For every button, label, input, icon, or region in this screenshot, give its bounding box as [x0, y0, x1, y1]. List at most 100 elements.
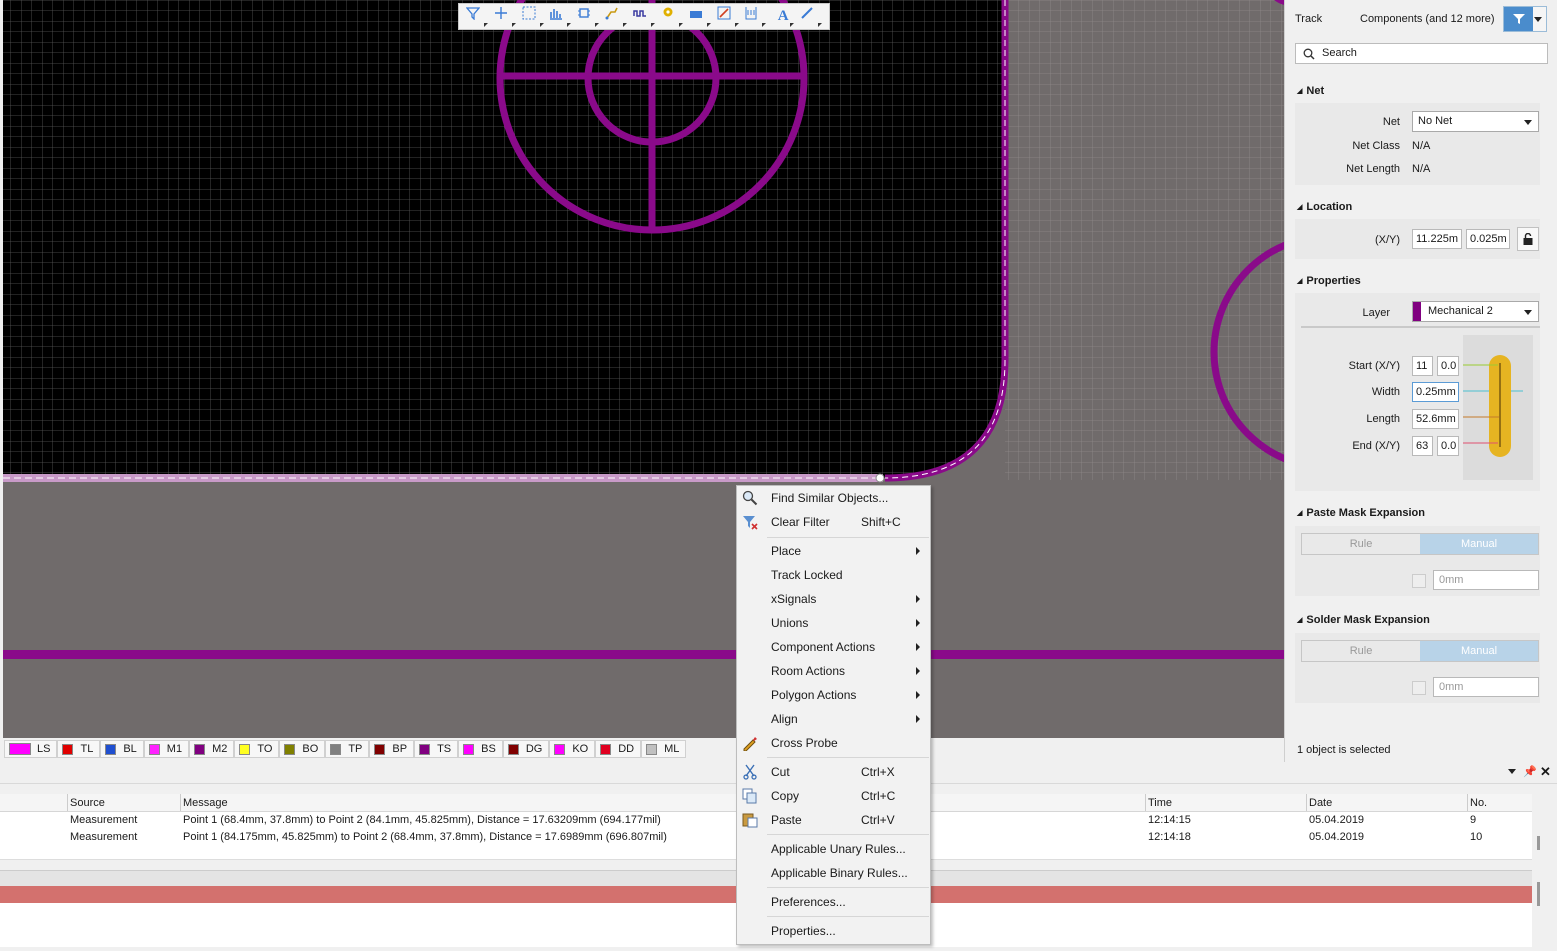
location-section-title[interactable]: Location: [1297, 201, 1352, 213]
layer-tab-to[interactable]: TO: [234, 740, 280, 758]
layer-tab-m2[interactable]: M2: [189, 740, 235, 758]
layer-tab-bp[interactable]: BP: [369, 740, 415, 758]
pcb-canvas[interactable]: A: [0, 0, 1284, 738]
layer-tab-label: M1: [166, 743, 183, 755]
solder-mask-mode[interactable]: Rule Manual: [1301, 640, 1539, 662]
menu-binary-rules[interactable]: Applicable Binary Rules...: [737, 862, 930, 884]
menu-cut[interactable]: Cut Ctrl+X: [737, 761, 930, 783]
menu-find-similar[interactable]: Find Similar Objects...: [737, 487, 930, 509]
start-y-input[interactable]: 0.0: [1437, 356, 1459, 376]
length-input[interactable]: 52.6mm: [1412, 409, 1459, 429]
layer-dropdown[interactable]: Mechanical 2: [1412, 301, 1539, 322]
menu-room-actions[interactable]: Room Actions: [737, 660, 930, 682]
paste-manual-option[interactable]: Manual: [1420, 534, 1538, 554]
layer-tab-label: LS: [37, 743, 51, 755]
properties-section: Layer Mechanical 2 Start (X/Y) 11 0.0 Wi…: [1295, 293, 1540, 491]
layer-tab-bl[interactable]: BL: [100, 740, 144, 758]
properties-section-title[interactable]: Properties: [1297, 275, 1360, 287]
width-input[interactable]: 0.25mm: [1412, 382, 1459, 402]
menu-unions[interactable]: Unions: [737, 612, 930, 634]
menu-properties[interactable]: Properties...: [737, 920, 930, 942]
submenu-arrow-icon: [916, 547, 920, 555]
layer-tab-label: TL: [80, 743, 94, 755]
menu-polygon-actions[interactable]: Polygon Actions: [737, 684, 930, 706]
location-section: (X/Y) 11.225m 0.025m: [1295, 219, 1540, 259]
layer-tab-bo[interactable]: BO: [279, 740, 326, 758]
filter-summary[interactable]: Components (and 12 more): [1360, 13, 1495, 25]
menu-align[interactable]: Align: [737, 708, 930, 730]
layer-tab-tp[interactable]: TP: [325, 740, 370, 758]
move-icon[interactable]: [494, 6, 516, 28]
layer-tabs: LS TL BL M1 M2 TO BO TP BP TS BS DG KO DD ML: [0, 738, 1284, 760]
pin-icon[interactable]: 📌: [1523, 765, 1537, 778]
paste-mask-mode[interactable]: Rule Manual: [1301, 533, 1539, 555]
location-y-input[interactable]: 0.025m: [1466, 229, 1510, 249]
solder-checkbox[interactable]: [1412, 681, 1426, 695]
solder-manual-option[interactable]: Manual: [1420, 641, 1538, 661]
lock-icon[interactable]: [1517, 227, 1539, 251]
layer-tab-label: M2: [212, 743, 228, 755]
messages-scrollbar[interactable]: [1534, 798, 1544, 858]
text-icon[interactable]: A: [772, 6, 794, 28]
menu-clear-filter[interactable]: Clear Filter Shift+C: [737, 511, 930, 533]
panel-menu-icon[interactable]: [1508, 769, 1516, 774]
location-x-input[interactable]: 11.225m: [1412, 229, 1462, 249]
route-icon[interactable]: [605, 6, 627, 28]
menu-xsignals[interactable]: xSignals: [737, 588, 930, 610]
end-x-input[interactable]: 63: [1412, 436, 1433, 456]
component-icon[interactable]: [577, 6, 599, 28]
solder-value-input[interactable]: 0mm: [1433, 677, 1539, 697]
filter-icon[interactable]: [465, 6, 488, 28]
paste-value-input[interactable]: 0mm: [1433, 570, 1539, 590]
menu-copy[interactable]: Copy Ctrl+C: [737, 785, 930, 807]
menu-track-locked[interactable]: Track Locked: [737, 564, 930, 586]
line-icon[interactable]: [800, 6, 822, 28]
layer-tab-ko[interactable]: KO: [549, 740, 596, 758]
lower-scrollbar[interactable]: [1534, 874, 1544, 944]
funnel-icon: [1504, 7, 1533, 31]
layer-tab-ml[interactable]: ML: [641, 740, 687, 758]
search-input[interactable]: Search: [1295, 43, 1548, 64]
submenu-arrow-icon: [916, 691, 920, 699]
close-icon[interactable]: ✕: [1540, 764, 1551, 780]
fill-icon[interactable]: [689, 6, 711, 28]
menu-paste[interactable]: Paste Ctrl+V: [737, 809, 930, 831]
tune-icon[interactable]: [633, 6, 655, 28]
paste-rule-option[interactable]: Rule: [1302, 534, 1420, 554]
paste-mask-title[interactable]: Paste Mask Expansion: [1297, 507, 1425, 519]
menu-preferences[interactable]: Preferences...: [737, 891, 930, 913]
pad-icon[interactable]: [661, 6, 683, 28]
chart-icon[interactable]: [549, 6, 571, 28]
net-class-value: N/A: [1412, 140, 1431, 152]
layer-color-swatch: [105, 743, 117, 755]
paste-checkbox[interactable]: [1412, 574, 1426, 588]
layer-tab-bs[interactable]: BS: [458, 740, 503, 758]
layer-tab-label: BL: [123, 743, 137, 755]
cross-probe-icon: [743, 737, 757, 751]
start-x-input[interactable]: 11: [1412, 356, 1433, 376]
track-preview: [1463, 335, 1533, 480]
layer-tab-tl[interactable]: TL: [57, 740, 101, 758]
string-icon[interactable]: [717, 6, 739, 28]
menu-component-actions[interactable]: Component Actions: [737, 636, 930, 658]
net-section-title[interactable]: Net: [1297, 85, 1324, 97]
net-dropdown[interactable]: No Net: [1412, 111, 1539, 132]
filter-button[interactable]: [1503, 6, 1547, 32]
select-rect-icon[interactable]: [522, 6, 544, 28]
layer-tab-dd[interactable]: DD: [595, 740, 642, 758]
solder-mask-title[interactable]: Solder Mask Expansion: [1297, 614, 1429, 626]
dimension-icon[interactable]: [744, 6, 766, 28]
layer-tab-ls[interactable]: LS: [4, 740, 58, 758]
layer-tab-label: KO: [572, 743, 589, 755]
menu-cross-probe[interactable]: Cross Probe: [737, 732, 930, 754]
menu-place[interactable]: Place: [737, 540, 930, 562]
layer-tab-label: BO: [302, 743, 319, 755]
end-y-input[interactable]: 0.0: [1437, 436, 1459, 456]
layer-tab-label: BS: [481, 743, 496, 755]
solder-rule-option[interactable]: Rule: [1302, 641, 1420, 661]
submenu-arrow-icon: [916, 619, 920, 627]
menu-unary-rules[interactable]: Applicable Unary Rules...: [737, 838, 930, 860]
layer-tab-m1[interactable]: M1: [143, 740, 190, 758]
layer-tab-dg[interactable]: DG: [502, 740, 550, 758]
layer-tab-ts[interactable]: TS: [414, 740, 459, 758]
